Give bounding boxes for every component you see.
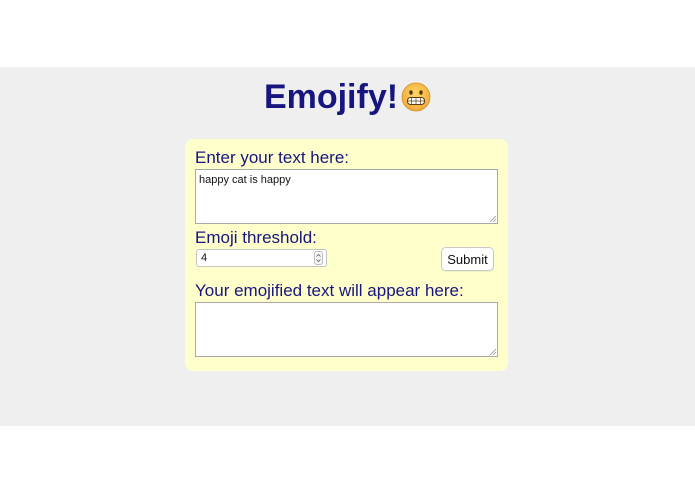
- emojify-form-panel: Enter your text here: happy cat is happy…: [185, 139, 508, 371]
- page-title: Emojify!: [263, 78, 399, 116]
- threshold-value: 4: [201, 252, 208, 264]
- threshold-input[interactable]: 4: [196, 249, 327, 267]
- input-text-value: happy cat is happy: [199, 174, 291, 186]
- resize-grip-icon[interactable]: [490, 349, 496, 355]
- threshold-spinner[interactable]: [314, 251, 323, 265]
- header: Emojify!: [0, 77, 695, 117]
- spinner-arrows-icon: [316, 253, 321, 263]
- threshold-label: Emoji threshold:: [195, 228, 317, 247]
- grinning-face-icon: [401, 82, 431, 112]
- submit-button[interactable]: Submit: [441, 247, 494, 271]
- input-textarea[interactable]: happy cat is happy: [195, 169, 498, 224]
- output-label: Your emojified text will appear here:: [195, 281, 464, 300]
- output-textarea[interactable]: [195, 302, 498, 357]
- resize-grip-icon[interactable]: [490, 216, 496, 222]
- input-label: Enter your text here:: [195, 148, 350, 167]
